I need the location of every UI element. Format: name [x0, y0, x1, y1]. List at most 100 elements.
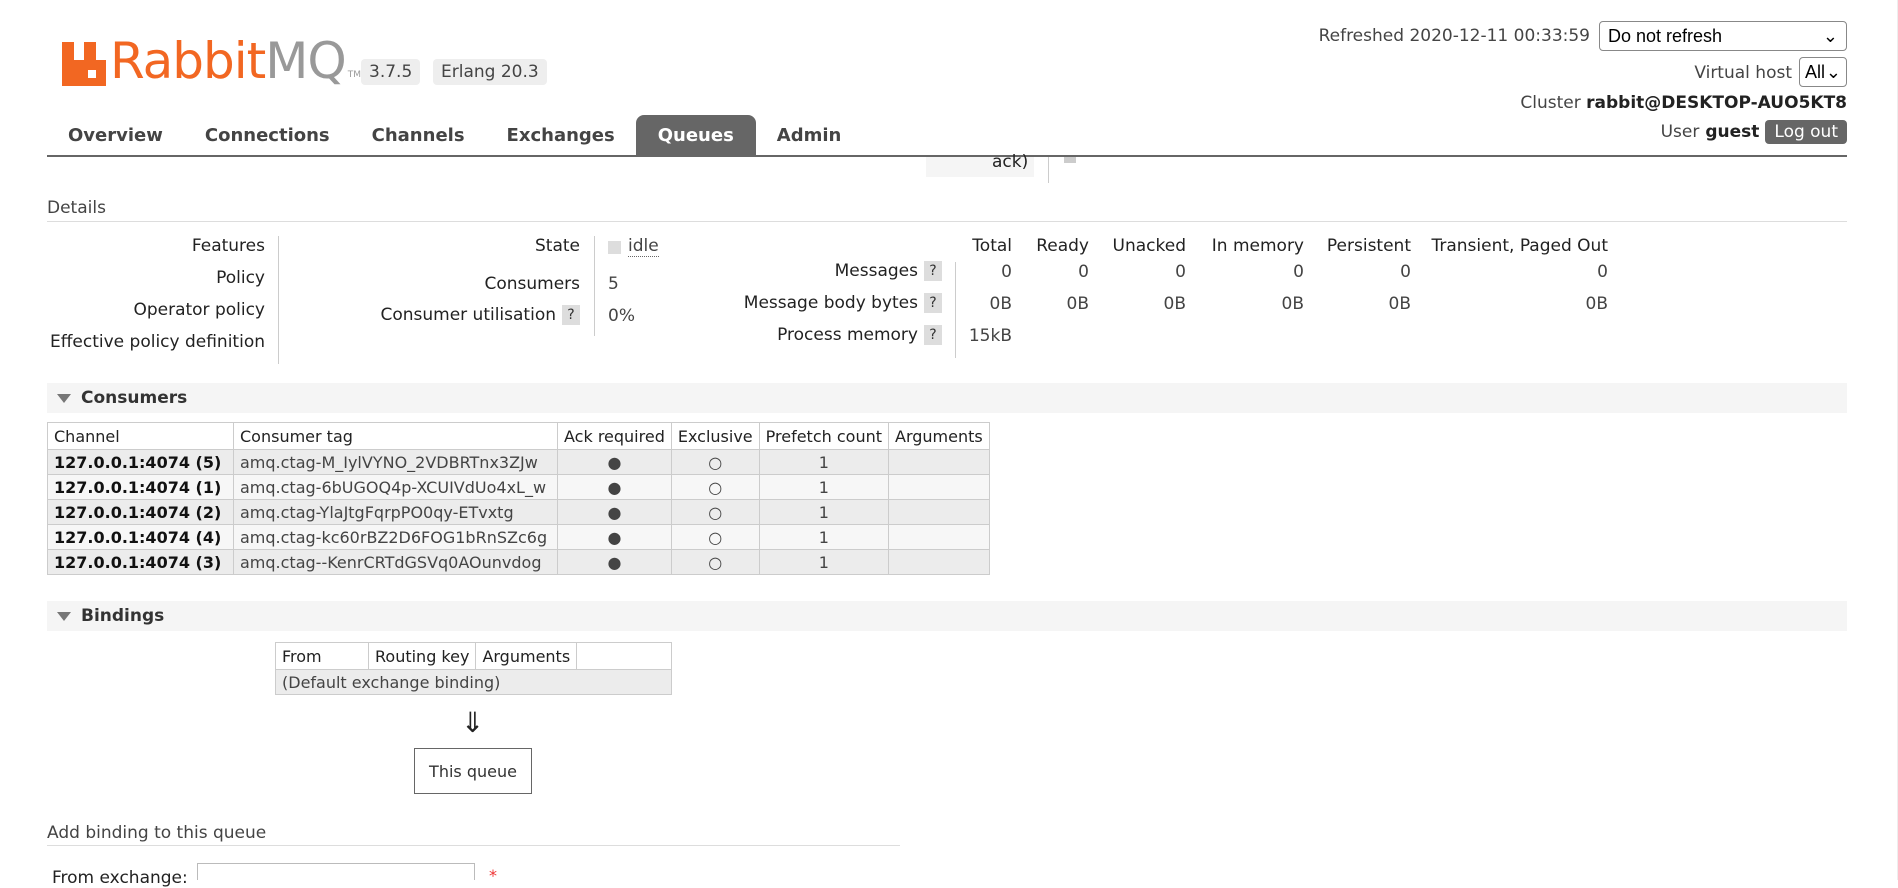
arguments — [888, 499, 990, 525]
ack-required: ● — [557, 524, 672, 550]
this-queue-box: This queue — [414, 748, 532, 794]
stat-header-ready: Ready — [1036, 236, 1089, 256]
channel-link[interactable]: 127.0.0.1:4074 (1) — [47, 474, 234, 500]
add-binding-title: Add binding to this queue — [47, 823, 267, 843]
operator-policy-label: Operator policy — [133, 300, 265, 320]
stat-header-unacked: Unacked — [1112, 236, 1186, 256]
version-badge: 3.7.5 — [361, 59, 421, 85]
channel-link[interactable]: 127.0.0.1:4074 (2) — [47, 499, 234, 525]
table-row: 127.0.0.1:4074 (2) amq.ctag-YlaJtgFqrpPO… — [47, 499, 990, 525]
channel-link[interactable]: 127.0.0.1:4074 (4) — [47, 524, 234, 550]
consumer-tag: amq.ctag--KenrCRTdGSVq0AOunvdog — [233, 549, 558, 575]
clipped-swatch — [1064, 157, 1076, 163]
prefetch-count: 1 — [758, 499, 890, 525]
consumer-tag: amq.ctag-YlaJtgFqrpPO0qy-ETvxtg — [233, 499, 558, 525]
effective-policy-label: Effective policy definition — [49, 332, 265, 352]
exclusive: ○ — [670, 449, 760, 475]
main-nav: Overview Connections Channels Exchanges … — [47, 114, 862, 156]
tab-connections[interactable]: Connections — [184, 115, 351, 156]
logout-button[interactable]: Log out — [1765, 120, 1847, 144]
clipped-text: ack) — [992, 152, 1029, 172]
tab-admin[interactable]: Admin — [756, 115, 863, 156]
help-icon[interactable]: ? — [924, 293, 942, 313]
tab-channels[interactable]: Channels — [351, 115, 486, 156]
consumers-section-header[interactable]: Consumers — [47, 383, 1847, 413]
help-icon[interactable]: ? — [924, 325, 942, 345]
bytes-persistent: 0B — [1388, 294, 1411, 314]
bindings-header-row: From Routing key Arguments — [275, 642, 673, 670]
details-divider-1 — [278, 236, 279, 364]
chevron-down-icon: ⌄ — [1825, 61, 1841, 82]
tab-exchanges[interactable]: Exchanges — [486, 115, 636, 156]
bytes-unacked: 0B — [1163, 294, 1186, 314]
process-memory-value: 15kB — [968, 326, 1012, 346]
messages-persistent: 0 — [1400, 262, 1411, 282]
refreshed-text: Refreshed 2020-12-11 00:33:59 — [1318, 26, 1590, 46]
stat-header-transient: Transient, Paged Out — [1431, 236, 1608, 256]
utilisation-label: Consumer utilisation — [380, 305, 556, 325]
consumer-tag: amq.ctag-kc60rBZ2D6FOG1bRnSZc6g — [233, 524, 558, 550]
rabbitmq-logo[interactable]: RabbitMQ TM — [62, 30, 361, 86]
clipped-divider — [1048, 157, 1049, 183]
erlang-badge: Erlang 20.3 — [433, 59, 547, 85]
consumers-header-row: Channel Consumer tag Ack required Exclus… — [47, 422, 990, 450]
utilisation-value: 0% — [608, 306, 635, 326]
col-from: From — [275, 642, 369, 670]
col-consumer-tag[interactable]: Consumer tag — [233, 422, 558, 450]
channel-link[interactable]: 127.0.0.1:4074 (3) — [47, 549, 234, 575]
stat-header-in-memory: In memory — [1211, 236, 1304, 256]
col-ack-required[interactable]: Ack required — [557, 422, 672, 450]
col-channel[interactable]: Channel — [47, 422, 234, 450]
stat-header-persistent: Persistent — [1326, 236, 1411, 256]
arguments — [888, 524, 990, 550]
prefetch-count: 1 — [758, 449, 890, 475]
col-arguments[interactable]: Arguments — [888, 422, 990, 450]
details-divider-2 — [594, 236, 595, 336]
vhost-select[interactable]: All ⌄ — [1799, 57, 1847, 87]
messages-row-label: Messages ? — [835, 261, 942, 281]
table-row: 127.0.0.1:4074 (3) amq.ctag--KenrCRTdGSV… — [47, 549, 990, 575]
user-name: guest — [1705, 122, 1760, 142]
help-icon[interactable]: ? — [924, 261, 942, 281]
chevron-down-icon: ⌄ — [1822, 25, 1838, 46]
stat-header-total: Total — [972, 236, 1012, 256]
policy-label: Policy — [216, 268, 265, 288]
idle-state-icon — [608, 241, 621, 254]
required-marker: * — [489, 866, 497, 885]
ack-required: ● — [557, 474, 672, 500]
table-row: 127.0.0.1:4074 (4) amq.ctag-kc60rBZ2D6FO… — [47, 524, 990, 550]
rabbitmq-logo-icon — [62, 36, 106, 86]
state-value[interactable]: idle — [628, 236, 659, 257]
messages-total: 0 — [1001, 262, 1012, 282]
logo-trademark: TM — [347, 70, 362, 80]
from-exchange-label: From exchange: — [52, 868, 188, 888]
channel-link[interactable]: 127.0.0.1:4074 (5) — [47, 449, 234, 475]
bytes-in-memory: 0B — [1281, 294, 1304, 314]
col-actions — [576, 642, 673, 670]
exclusive: ○ — [670, 474, 760, 500]
details-divider — [47, 221, 1847, 222]
tab-overview[interactable]: Overview — [47, 115, 184, 156]
collapse-triangle-icon — [57, 394, 71, 403]
refresh-select[interactable]: Do not refresh ⌄ — [1599, 21, 1847, 51]
bindings-table: From Routing key Arguments (Default exch… — [274, 642, 673, 695]
col-prefetch-count[interactable]: Prefetch count — [758, 422, 890, 450]
details-title: Details — [47, 198, 106, 218]
consumer-tag: amq.ctag-M_IylVYNO_2VDBRTnx3ZJw — [233, 449, 558, 475]
tab-queues[interactable]: Queues — [635, 115, 756, 156]
consumer-tag: amq.ctag-6bUGOQ4p-XCUIVdUo4xL_w — [233, 474, 558, 500]
bytes-row-label: Message body bytes ? — [744, 293, 942, 313]
collapse-triangle-icon — [57, 612, 71, 621]
exclusive: ○ — [670, 524, 760, 550]
help-icon[interactable]: ? — [562, 305, 580, 325]
messages-in-memory: 0 — [1293, 262, 1304, 282]
col-exclusive[interactable]: Exclusive — [670, 422, 760, 450]
prefetch-count: 1 — [758, 524, 890, 550]
ack-required: ● — [557, 499, 672, 525]
bindings-section-header[interactable]: Bindings — [47, 601, 1847, 631]
down-arrow-icon: ⇓ — [461, 706, 485, 739]
features-label: Features — [191, 236, 265, 256]
state-label: State — [535, 236, 580, 256]
from-exchange-input[interactable] — [197, 863, 475, 880]
messages-ready: 0 — [1078, 262, 1089, 282]
